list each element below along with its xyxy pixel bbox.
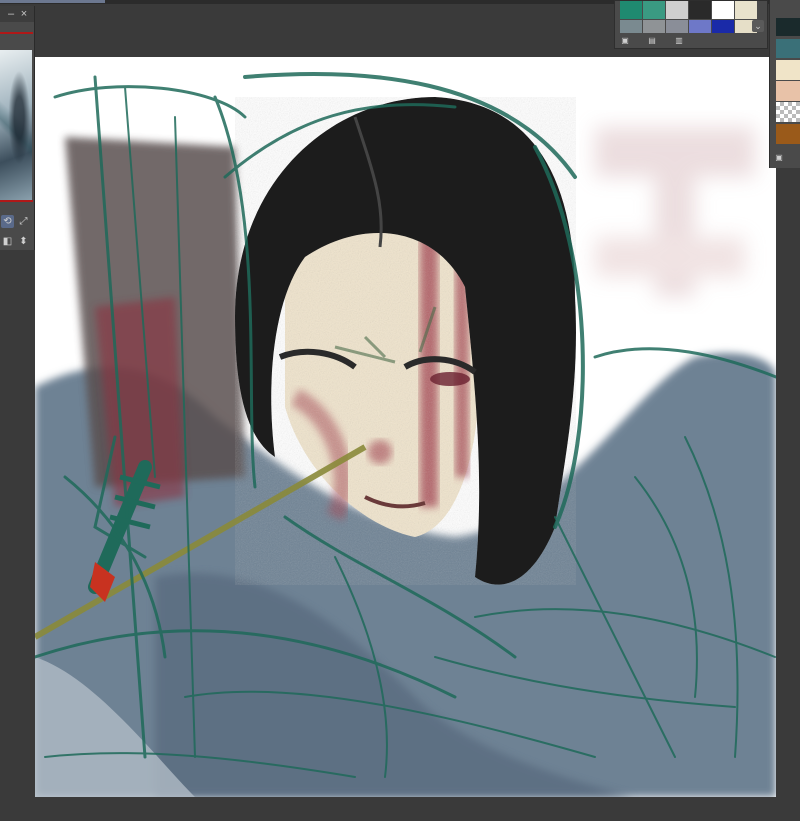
rotate-icon[interactable]: ⟲ [1,215,14,228]
color-swatch[interactable] [689,1,711,19]
fit-icon[interactable]: ⤢ [17,215,30,228]
color-swatch[interactable] [776,60,800,80]
color-swatch[interactable] [712,1,734,19]
color-swatch[interactable] [776,39,800,58]
navigator-panel: – × ⟲ ⤢ ◧ ⬍ [0,6,35,250]
minimize-icon[interactable]: – [5,6,17,22]
color-swatch[interactable] [776,18,800,36]
color-swatch[interactable] [776,81,800,101]
palette-icon[interactable]: ▤ [647,36,657,46]
navigator-titlebar[interactable]: – × [0,6,34,22]
navigator-preview[interactable] [0,50,32,200]
flip-vertical-icon[interactable]: ⬍ [17,235,30,248]
save-swatch-icon[interactable]: ▣ [774,153,784,163]
color-swatch[interactable] [735,1,757,19]
flip-horizontal-icon[interactable]: ◧ [1,235,14,248]
color-swatch[interactable] [712,20,734,33]
color-swatch[interactable] [666,1,688,19]
color-strip: ▣ [769,0,800,168]
tab-accent [0,0,105,3]
artwork [35,71,776,797]
color-swatch[interactable] [776,124,800,144]
palette-scroll-icon[interactable]: ⌄ [752,20,764,32]
color-swatch[interactable] [643,20,665,33]
save-swatch-icon[interactable]: ▣ [620,36,630,46]
color-set-palette: ▣ ▤ ▥ [614,0,768,49]
color-swatch[interactable] [620,20,642,33]
color-swatch[interactable] [689,20,711,33]
view-icon[interactable]: ▥ [674,36,684,46]
navigator-frame-line [0,200,33,202]
drawing-canvas[interactable] [35,57,776,797]
color-swatch[interactable] [643,1,665,19]
color-swatch[interactable] [666,20,688,33]
color-swatch[interactable] [620,1,642,19]
close-icon[interactable]: × [18,6,30,22]
transparent-swatch[interactable] [776,102,800,122]
navigator-frame-line [0,32,33,34]
